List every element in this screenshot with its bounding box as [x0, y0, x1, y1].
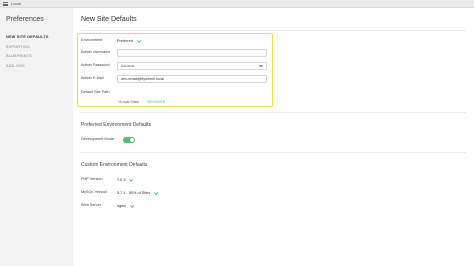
- site-path-control: ~/Local Sites BROWSE: [117, 90, 165, 108]
- sidebar-item-blueprints[interactable]: BLUEPRINTS: [0, 52, 73, 62]
- sidebar-nav: NEW SITE DEFAULTS EXPORTING BLUEPRINTS A…: [0, 33, 73, 71]
- php-version-value: 7.0.3: [117, 178, 126, 182]
- dev-mode-label: Development Mode: [81, 137, 114, 141]
- dev-mode-row: Development Mode: [81, 136, 271, 146]
- chevron-down-icon: [129, 177, 134, 182]
- sidebar-item-add-ons[interactable]: ADD-ONS: [0, 62, 73, 72]
- chevron-down-icon: [130, 203, 135, 208]
- title-bar: Local: [0, 0, 474, 8]
- browse-button[interactable]: BROWSE: [147, 100, 165, 104]
- mysql-version-select[interactable]: 5.7.1 - 50% of Sites: [117, 189, 159, 197]
- environment-value: Preferred: [117, 39, 133, 43]
- section-divider: [81, 112, 466, 113]
- admin-password-row: Admin Password ••••••••••: [81, 62, 271, 72]
- mysql-version-value: 5.7.1 - 50% of Sites: [117, 191, 151, 195]
- sidebar-item-exporting[interactable]: EXPORTING: [0, 43, 73, 53]
- title-divider: [81, 30, 466, 31]
- admin-password-value: ••••••••••: [121, 64, 135, 68]
- php-version-select[interactable]: 7.0.3: [117, 176, 134, 184]
- web-server-label: Web Server: [81, 203, 101, 207]
- mysql-version-label: MySQL Version: [81, 190, 108, 194]
- sidebar-title: Preferences: [6, 16, 44, 23]
- admin-email-row: Admin E-Mail dev-email@flywheel.local: [81, 75, 271, 85]
- admin-email-label: Admin E-Mail: [81, 76, 104, 80]
- app-title: Local: [11, 1, 21, 6]
- web-server-select[interactable]: nginx: [117, 202, 135, 210]
- sidebar-item-new-site-defaults[interactable]: NEW SITE DEFAULTS: [0, 33, 73, 43]
- main-panel: New Site Defaults Environment Preferred …: [73, 8, 474, 266]
- site-path-label: Default Site Path: [81, 90, 110, 94]
- chevron-down-icon: [136, 38, 142, 43]
- environment-label: Environment: [81, 38, 103, 42]
- admin-password-input[interactable]: ••••••••••: [117, 62, 267, 70]
- admin-username-row: Admin Username: [81, 49, 271, 59]
- page-title: New Site Defaults: [81, 16, 137, 23]
- php-version-row: PHP Version 7.0.3: [81, 176, 271, 186]
- show-password-icon[interactable]: [259, 64, 263, 68]
- custom-env-title: Custom Environment Defaults: [81, 162, 148, 168]
- web-server-row: Web Server nginx: [81, 202, 271, 212]
- dev-mode-toggle[interactable]: [123, 137, 135, 143]
- section-divider-2: [81, 152, 466, 153]
- sidebar: Preferences NEW SITE DEFAULTS EXPORTING …: [0, 8, 73, 266]
- web-server-value: nginx: [117, 204, 127, 208]
- site-path-row: Default Site Path ~/Local Sites BROWSE: [81, 89, 271, 104]
- mysql-version-row: MySQL Version 5.7.1 - 50% of Sites: [81, 189, 271, 199]
- admin-username-label: Admin Username: [81, 50, 111, 54]
- admin-password-label: Admin Password: [81, 63, 110, 67]
- admin-email-input[interactable]: dev-email@flywheel.local: [117, 75, 267, 83]
- environment-select[interactable]: Preferred: [117, 37, 142, 45]
- admin-username-input[interactable]: [117, 49, 267, 57]
- site-path-value: ~/Local Sites: [117, 100, 139, 104]
- php-version-label: PHP Version: [81, 177, 103, 181]
- environment-row: Environment Preferred: [81, 37, 271, 47]
- chevron-down-icon: [154, 190, 159, 195]
- preferred-env-title: Preferred Environment Defaults: [81, 122, 152, 128]
- hamburger-menu-icon[interactable]: [3, 2, 8, 6]
